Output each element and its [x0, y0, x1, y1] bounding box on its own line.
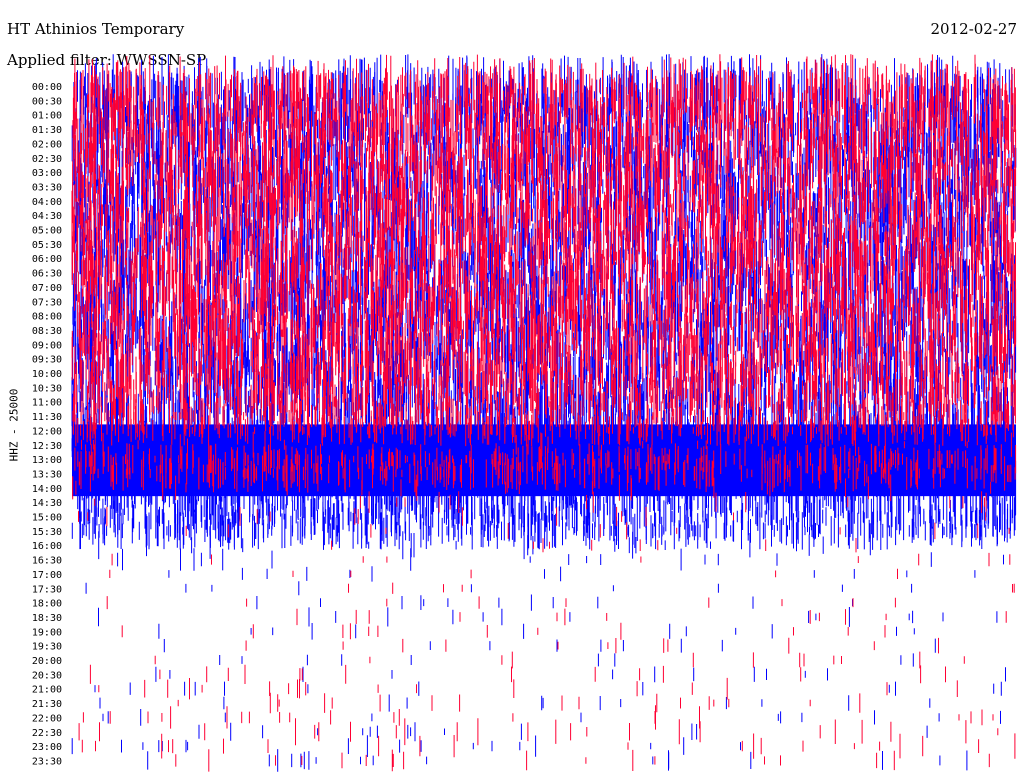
trace-red-2230: [78, 718, 999, 746]
trace-blue-1830: [98, 607, 998, 627]
trace-red-2100: [98, 677, 958, 700]
time-tick-1600: 16:00: [32, 541, 62, 552]
time-tick-1300: 13:00: [32, 455, 62, 466]
time-tick-1030: 10:30: [32, 383, 62, 394]
trace-blue-2200: [102, 709, 1001, 726]
trace-blue-1800: [256, 594, 853, 611]
trace-blue-2130: [99, 694, 931, 712]
trace-blue-1530: [71, 511, 1008, 550]
trace-red-2330: [175, 749, 990, 772]
time-tick-1530: 15:30: [32, 527, 62, 538]
time-tick-1500: 15:00: [32, 513, 62, 524]
time-tick-1330: 13:30: [32, 469, 62, 480]
time-tick-labels: 00:00 00:30 01:00 01:30 02:00 02:30 03:00 03:30…: [32, 82, 62, 767]
time-tick-0530: 05:30: [32, 240, 62, 251]
helicorder-plot: 00:00 00:30 01:00 01:30 02:00 02:30 03:00 03:30…: [32, 54, 1017, 772]
trace-layer: [71, 54, 1017, 772]
trace-blue-1500: [80, 491, 1015, 542]
trace-red-1700: [109, 568, 898, 579]
trace-blue-1730: [85, 581, 913, 596]
time-tick-1930: 19:30: [32, 642, 62, 653]
trace-red-1900: [121, 622, 886, 640]
trace-red-2130: [177, 692, 861, 714]
trace-blue-2030: [155, 666, 1006, 683]
trace-red-2300: [81, 733, 1016, 759]
time-tick-1630: 16:30: [32, 556, 62, 567]
time-tick-2130: 21:30: [32, 699, 62, 710]
time-tick-0730: 07:30: [32, 297, 62, 308]
time-tick-2300: 23:00: [32, 742, 62, 753]
time-tick-1200: 12:00: [32, 426, 62, 437]
time-tick-0000: 00:00: [32, 82, 62, 93]
trace-blue-2330: [147, 749, 968, 772]
time-tick-2030: 20:30: [32, 670, 62, 681]
trace-blue-2230: [198, 722, 928, 742]
time-tick-0130: 01:30: [32, 125, 62, 136]
trace-red-1930: [245, 637, 939, 654]
time-tick-0500: 05:00: [32, 226, 62, 237]
time-tick-1400: 14:00: [32, 484, 62, 495]
time-tick-2000: 20:00: [32, 656, 62, 667]
time-tick-1700: 17:00: [32, 570, 62, 581]
time-tick-1430: 14:30: [32, 498, 62, 509]
time-tick-1100: 11:00: [32, 398, 62, 409]
trace-red-1830: [296, 608, 1007, 626]
time-tick-2230: 22:30: [32, 728, 62, 739]
trace-red-1530: [185, 522, 1010, 540]
time-tick-0630: 06:30: [32, 269, 62, 280]
time-tick-0430: 04:30: [32, 211, 62, 222]
time-tick-0700: 07:00: [32, 283, 62, 294]
time-tick-0200: 02:00: [32, 139, 62, 150]
trace-blue-1900: [158, 623, 915, 640]
trace-blue-2000: [219, 653, 914, 667]
trace-red-1800: [106, 596, 896, 610]
time-tick-0930: 09:30: [32, 355, 62, 366]
time-tick-0100: 01:00: [32, 111, 62, 122]
time-tick-2200: 22:00: [32, 713, 62, 724]
time-tick-1130: 11:30: [32, 412, 62, 423]
time-tick-0330: 03:30: [32, 182, 62, 193]
time-tick-0600: 06:00: [32, 254, 62, 265]
time-tick-0830: 08:30: [32, 326, 62, 337]
time-tick-0230: 02:30: [32, 154, 62, 165]
trace-red-2030: [89, 664, 946, 684]
trace-red-2000: [154, 651, 965, 669]
trace-blue-1700: [168, 566, 976, 582]
time-tick-1830: 18:30: [32, 613, 62, 624]
time-tick-1900: 19:00: [32, 627, 62, 638]
time-tick-0400: 04:00: [32, 197, 62, 208]
time-tick-0800: 08:00: [32, 312, 62, 323]
time-tick-1800: 18:00: [32, 599, 62, 610]
trace-red-1630: [111, 552, 1011, 567]
time-tick-2100: 21:00: [32, 685, 62, 696]
time-tick-2330: 23:30: [32, 756, 62, 767]
trace-blue-1930: [163, 638, 936, 653]
time-tick-1730: 17:30: [32, 584, 62, 595]
trace-blue-2100: [94, 681, 1002, 696]
trace-red-1730: [348, 582, 1015, 594]
time-tick-0030: 00:30: [32, 96, 62, 107]
time-tick-0900: 09:00: [32, 340, 62, 351]
time-tick-1000: 10:00: [32, 369, 62, 380]
time-tick-1230: 12:30: [32, 441, 62, 452]
time-tick-0300: 03:00: [32, 168, 62, 179]
trace-red-2200: [82, 705, 994, 730]
